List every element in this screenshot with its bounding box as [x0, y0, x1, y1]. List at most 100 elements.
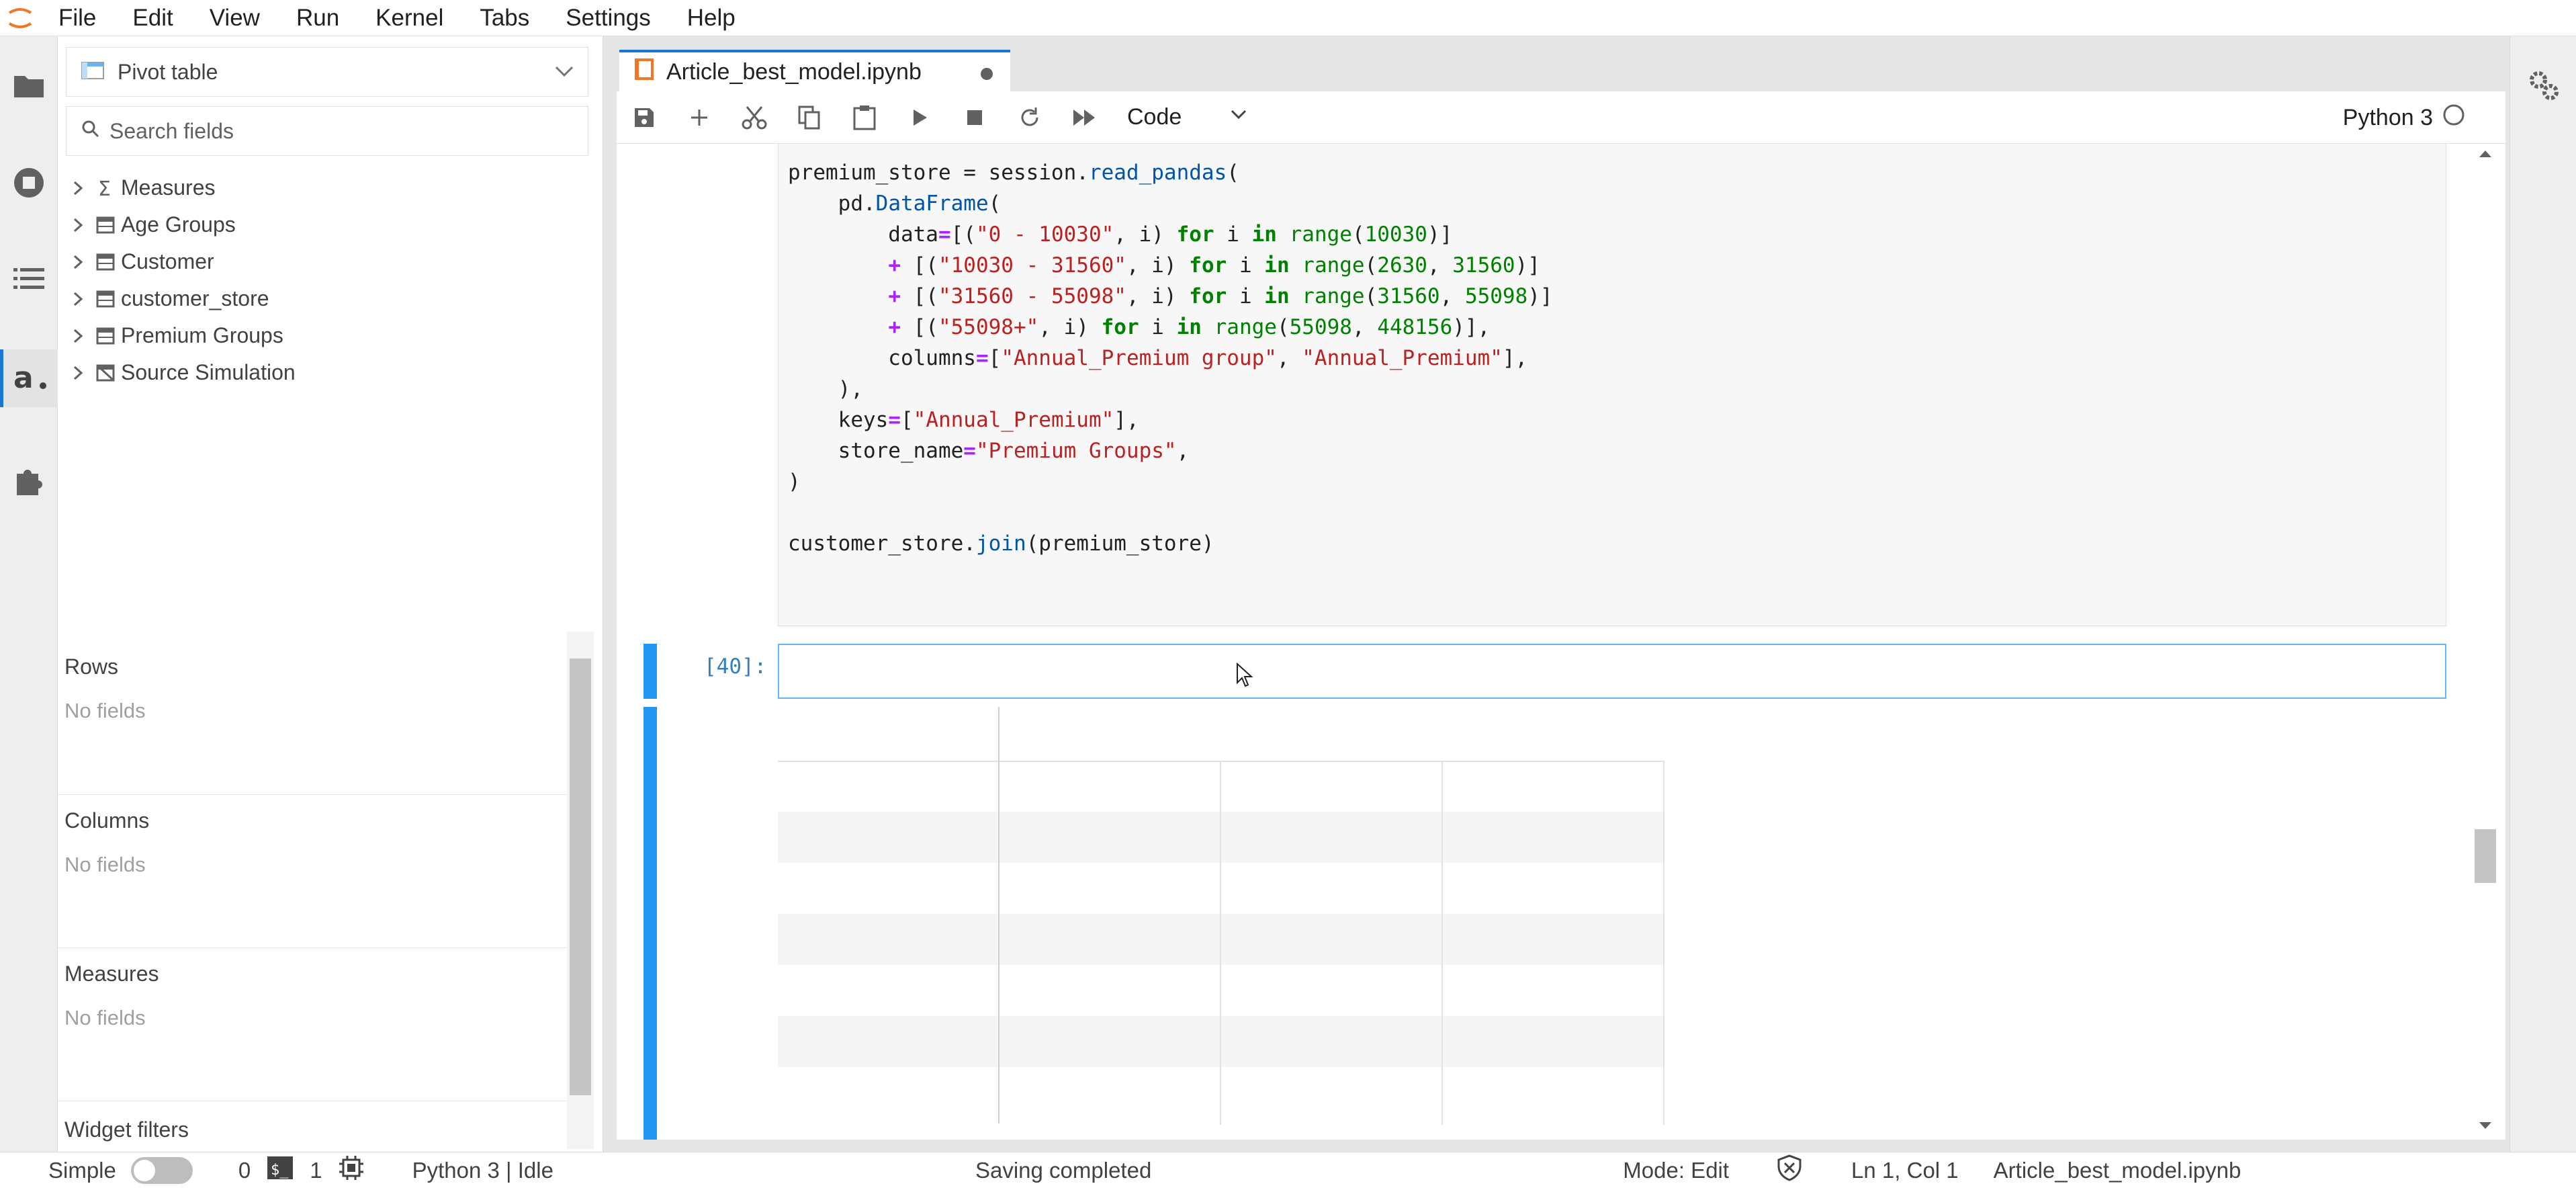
running-sessions-icon[interactable] [0, 154, 58, 212]
chevron-right-icon[interactable] [66, 179, 90, 197]
notebook-scrollbar[interactable] [2472, 144, 2499, 1140]
kernel-idle-circle-icon [2442, 103, 2465, 132]
active-cell-input[interactable] [778, 644, 2446, 699]
code-cell-editor[interactable]: premium_store = session.read_pandas( pd.… [778, 144, 2446, 626]
menu-settings[interactable]: Settings [547, 0, 668, 36]
notebook-panel: Code Python 3 premium_store = session.re… [617, 91, 2505, 1140]
menu-help[interactable]: Help [669, 0, 754, 36]
chevron-right-icon[interactable] [66, 327, 90, 345]
menu-tabs[interactable]: Tabs [461, 0, 547, 36]
search-fields-input[interactable]: Search fields [66, 106, 588, 156]
notebook-icon [634, 58, 654, 87]
tree-item-label: Source Simulation [121, 360, 296, 384]
chevron-right-icon[interactable] [66, 290, 90, 308]
tree-item-premium-groups[interactable]: Premium Groups [66, 317, 590, 354]
sigma-icon: Σ [90, 178, 121, 198]
chevron-right-icon[interactable] [66, 216, 90, 234]
cursor-position-text[interactable]: Ln 1, Col 1 [1851, 1158, 1959, 1183]
table-icon [90, 327, 121, 345]
saving-status-text: Saving completed [975, 1157, 1152, 1183]
scroll-up-icon[interactable] [2477, 148, 2493, 163]
simple-mode-toggle[interactable]: Simple [48, 1156, 193, 1184]
rows-empty-text: No fields [64, 699, 146, 722]
chevron-right-icon[interactable] [66, 364, 90, 382]
menu-kernel[interactable]: Kernel [357, 0, 461, 36]
unsaved-dot-icon[interactable] [981, 68, 993, 80]
cell-prompt: [40]: [704, 654, 767, 679]
measures-drop-zone[interactable]: Measures No fields [58, 947, 568, 1101]
menu-run[interactable]: Run [278, 0, 357, 36]
folder-icon[interactable] [0, 56, 58, 114]
widget-filters-title: Widget filters [64, 1117, 189, 1142]
table-row [778, 812, 1664, 863]
tree-item-label: Customer [121, 249, 214, 273]
tree-item-customer[interactable]: Customer [66, 243, 590, 280]
atoti-icon[interactable]: a [0, 349, 58, 407]
right-sidebar [2510, 36, 2576, 1152]
column-divider [1220, 762, 1221, 1125]
run-icon[interactable] [892, 91, 947, 144]
code-text[interactable]: premium_store = session.read_pandas( pd.… [788, 157, 1553, 559]
simulation-icon [90, 364, 121, 382]
rows-title: Rows [64, 654, 119, 679]
notebook-toolbar: Code Python 3 [617, 91, 2505, 144]
svg-text:$_: $_ [271, 1162, 289, 1179]
restart-run-all-icon[interactable] [1057, 91, 1112, 144]
menu-file[interactable]: File [40, 0, 114, 36]
active-cell-indicator[interactable] [643, 644, 657, 699]
cut-icon[interactable] [727, 91, 782, 144]
cell-type-select[interactable]: Code [1127, 104, 1249, 130]
menu-edit[interactable]: Edit [114, 0, 191, 36]
widget-type-select[interactable]: Pivot table [66, 47, 588, 97]
terminals-status[interactable]: 0 $_ 1 [238, 1155, 364, 1186]
table-row [778, 965, 1664, 1016]
restart-icon[interactable] [1002, 91, 1057, 144]
table-icon [90, 253, 121, 271]
add-cell-icon[interactable] [672, 91, 727, 144]
tree-item-label: Measures [121, 175, 216, 200]
scrollbar-thumb[interactable] [2475, 829, 2496, 883]
copy-icon[interactable] [782, 91, 837, 144]
file-name-text: Article_best_model.ipynb [1993, 1157, 2241, 1183]
columns-empty-text: No fields [64, 853, 146, 876]
tree-item-source-simulation[interactable]: Source Simulation [66, 354, 590, 391]
chevron-down-icon [1229, 104, 1249, 130]
kernel-name-label: Python 3 [2342, 104, 2433, 130]
tree-item-measures[interactable]: Σ Measures [66, 169, 590, 206]
paste-icon[interactable] [837, 91, 892, 144]
chevron-right-icon[interactable] [66, 253, 90, 271]
svg-text:a: a [13, 364, 34, 393]
kernel-status-text[interactable]: Python 3 | Idle [412, 1158, 553, 1183]
menu-view[interactable]: View [191, 0, 278, 36]
trusted-shield-icon[interactable] [1776, 1154, 1803, 1187]
toggle-switch[interactable] [130, 1156, 193, 1184]
search-icon [81, 119, 100, 144]
table-row [778, 914, 1664, 965]
sidebar-scrollbar[interactable] [567, 632, 594, 1149]
cell-type-label: Code [1127, 104, 1182, 130]
rows-drop-zone[interactable]: Rows No fields [58, 641, 568, 794]
mouse-cursor-icon [1236, 662, 1253, 691]
pivot-output-widget[interactable] [778, 707, 1664, 1125]
output-collapser[interactable] [643, 707, 657, 1140]
property-inspector-gears-icon[interactable] [2510, 56, 2576, 114]
svg-text:Σ: Σ [98, 178, 111, 198]
save-icon[interactable] [617, 91, 672, 144]
simple-mode-label: Simple [48, 1157, 116, 1183]
tree-item-customer-store[interactable]: customer_store [66, 280, 590, 317]
widget-filters-section[interactable]: Widget filters [58, 1101, 568, 1152]
mode-status-text: Mode: Edit [1623, 1157, 1730, 1183]
stop-icon[interactable] [947, 91, 1002, 144]
tree-item-age-groups[interactable]: Age Groups [66, 206, 590, 243]
column-divider [1441, 762, 1443, 1125]
kernel-indicator[interactable]: Python 3 [2343, 91, 2465, 144]
columns-drop-zone[interactable]: Columns No fields [58, 794, 568, 947]
tab-notebook[interactable]: Article_best_model.ipynb [619, 50, 1010, 91]
scroll-down-icon[interactable] [2477, 1119, 2493, 1135]
jupyter-logo-icon [0, 0, 40, 36]
scrollbar-thumb[interactable] [570, 659, 591, 1095]
main-area: Article_best_model.ipynb Code Python 3 p… [603, 36, 2510, 1152]
table-of-contents-icon[interactable] [0, 250, 58, 308]
table-icon [90, 216, 121, 234]
extensions-puzzle-icon[interactable] [0, 453, 58, 511]
